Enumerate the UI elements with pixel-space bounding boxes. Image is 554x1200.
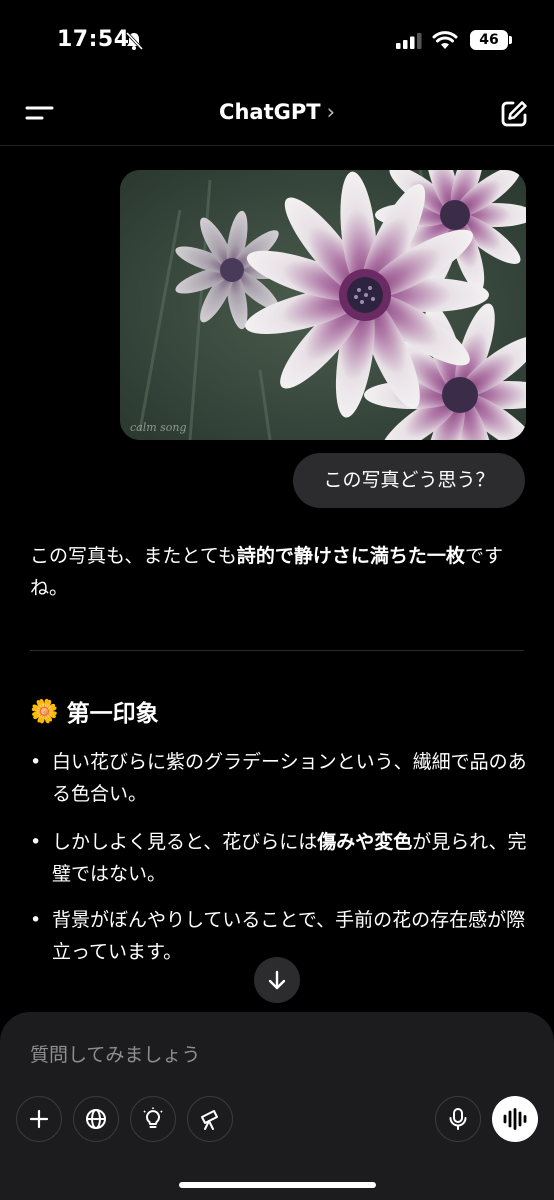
section-heading-text: 第一印象	[66, 701, 159, 727]
microphone-icon	[449, 1108, 467, 1130]
section-divider	[30, 650, 524, 651]
app-title-button[interactable]: ChatGPT ›	[0, 100, 554, 124]
assistant-intro: この写真も、またとても詩的で静けさに満ちた一枚ですね。	[30, 540, 510, 604]
user-message-bubble: この写真どう思う？	[293, 453, 525, 508]
section-heading: 🌼 第一印象	[30, 694, 159, 728]
lightbulb-icon	[143, 1107, 163, 1128]
arrow-down-icon	[268, 970, 286, 990]
web-search-button[interactable]	[73, 1096, 119, 1142]
intro-text: この写真も、またとても	[30, 545, 237, 567]
bell-slash-icon	[125, 31, 144, 51]
blossom-emoji-icon: 🌼	[30, 698, 59, 725]
list-item-text: 白い花びらに紫のグラデーションという、繊細で品のある色合い。	[52, 751, 527, 805]
battery-level: 46	[470, 30, 508, 50]
add-attachment-button[interactable]	[16, 1096, 62, 1142]
wifi-icon	[432, 31, 458, 49]
list-item-text: しかしよく見ると、花びらには	[52, 831, 318, 853]
signal-icon	[396, 33, 422, 49]
plus-icon	[29, 1109, 49, 1129]
list-item: 白い花びらに紫のグラデーションという、繊細で品のある色合い。	[30, 746, 542, 810]
intro-emphasis: 詩的で静けさに満ちた一枚	[236, 545, 465, 567]
scroll-to-bottom-button[interactable]	[254, 957, 300, 1003]
attached-photo[interactable]: calm song	[120, 170, 526, 440]
list-item-emphasis: 傷みや変色	[317, 831, 413, 853]
telescope-icon	[201, 1110, 218, 1130]
list-item: しかしよく見ると、花びらには傷みや変色が見られ、完璧ではない。	[30, 826, 542, 890]
list-item-text: 背景がぼんやりしていることで、手前の花の存在感が際立っています。	[52, 909, 526, 963]
app-title: ChatGPT	[219, 100, 321, 124]
status-time: 17:54	[57, 27, 130, 52]
reasoning-button[interactable]	[130, 1096, 176, 1142]
dictate-button[interactable]	[435, 1096, 481, 1142]
flower-photo-image	[120, 170, 526, 440]
photo-watermark: calm song	[130, 421, 187, 434]
battery-nub	[509, 36, 512, 44]
deep-research-button[interactable]	[187, 1096, 233, 1142]
new-chat-icon[interactable]	[498, 98, 530, 130]
voice-mode-button[interactable]	[492, 1096, 538, 1142]
header-divider	[0, 145, 554, 146]
home-indicator[interactable]	[179, 1182, 376, 1188]
message-input[interactable]: 質問してみましょう	[30, 1040, 200, 1067]
globe-icon	[86, 1109, 106, 1129]
voice-mode-icon	[503, 1108, 527, 1130]
chevron-right-icon: ›	[326, 100, 335, 124]
